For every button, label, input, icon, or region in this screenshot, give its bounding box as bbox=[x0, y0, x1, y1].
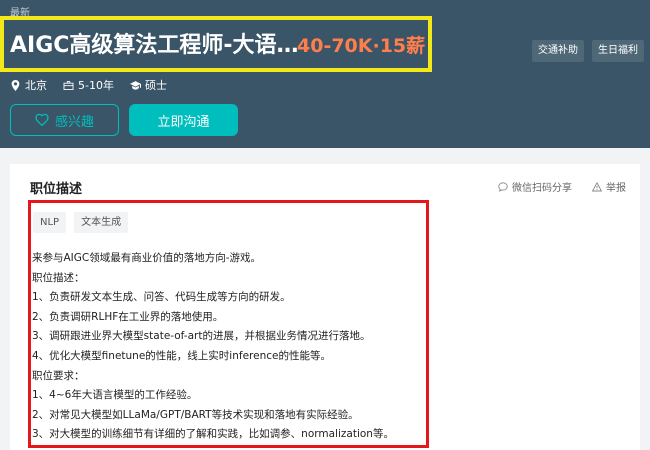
meta-city-text: 北京 bbox=[25, 79, 47, 92]
report-label: 举报 bbox=[606, 183, 626, 194]
section-title: 职位描述 bbox=[30, 182, 83, 197]
interest-button-label: 感兴趣 bbox=[54, 114, 94, 130]
salary: 40-70K·15薪 bbox=[297, 35, 426, 57]
description-line: 4、优化大模型finetune的性能，线上实时inference的性能等。 bbox=[32, 349, 331, 362]
card-actions: 微信扫码分享 举报 bbox=[498, 179, 626, 194]
graduation-cap-icon bbox=[129, 80, 141, 90]
job-header: 最新 AIGC高级算法工程师-大语… 40-70K·15薪 交通补助 生日福利 … bbox=[0, 0, 650, 148]
description-line: 1、负责研发文本生成、问答、代码生成等方向的研发。 bbox=[32, 291, 291, 304]
description-text: 来参与AIGC领域最有商业价值的落地方向-游戏。 职位描述： 1、负责研发文本生… bbox=[32, 249, 422, 445]
briefcase-icon bbox=[63, 80, 74, 90]
meta-degree-text: 硕士 bbox=[144, 79, 167, 92]
location-pin-icon bbox=[11, 79, 20, 91]
meta-city: 北京 bbox=[10, 77, 47, 93]
meta-experience-text: 5-10年 bbox=[78, 79, 114, 92]
meta-experience: 5-10年 bbox=[63, 77, 114, 93]
description-line: 3、调研跟进业界大模型state-of-art的进展，并根据业务情况进行落地。 bbox=[32, 330, 371, 343]
chat-now-button[interactable]: 立即沟通 bbox=[129, 104, 238, 136]
interest-button[interactable]: 感兴趣 bbox=[10, 104, 119, 136]
wechat-share-button[interactable]: 微信扫码分享 bbox=[498, 179, 572, 194]
job-title: AIGC高级算法工程师-大语… bbox=[10, 33, 299, 58]
benefit-tag-transport: 交通补助 bbox=[532, 40, 584, 62]
description-line: 2、负责调研RLHF在工业界的落地使用。 bbox=[32, 310, 224, 323]
job-description-card: 职位描述 微信扫码分享 举报 NLP 文本生成 来参与AIGC领域最有商业价值的… bbox=[10, 164, 640, 450]
report-button[interactable]: 举报 bbox=[592, 179, 626, 194]
skill-tags: NLP 文本生成 bbox=[33, 212, 129, 233]
job-meta: 北京 5-10年 硕士 bbox=[10, 77, 167, 93]
description-line: 1、4~6年大语言模型的工作经验。 bbox=[32, 389, 198, 402]
skill-tag-text-generation: 文本生成 bbox=[74, 212, 129, 233]
description-line: 2、对常见大模型如LLaMa/GPT/BART等技术实现和落地有实际经验。 bbox=[32, 408, 359, 421]
chat-now-button-label: 立即沟通 bbox=[157, 114, 210, 130]
description-line: 职位描述： bbox=[32, 271, 85, 284]
description-line: 职位要求： bbox=[32, 369, 85, 382]
heart-icon bbox=[35, 113, 49, 127]
description-line: 3、对大模型的训练细节有详细的了解和实践，比如调参、normalization等… bbox=[32, 428, 394, 441]
chat-bubble-icon bbox=[498, 181, 508, 192]
benefit-tag-birthday: 生日福利 bbox=[592, 40, 644, 62]
benefit-tags: 交通补助 生日福利 bbox=[532, 40, 644, 62]
description-line: 来参与AIGC领域最有商业价值的落地方向-游戏。 bbox=[32, 252, 262, 264]
warning-icon bbox=[592, 181, 602, 191]
wechat-share-label: 微信扫码分享 bbox=[512, 183, 572, 194]
skill-tag-nlp: NLP bbox=[33, 212, 67, 233]
meta-degree: 硕士 bbox=[129, 77, 167, 93]
